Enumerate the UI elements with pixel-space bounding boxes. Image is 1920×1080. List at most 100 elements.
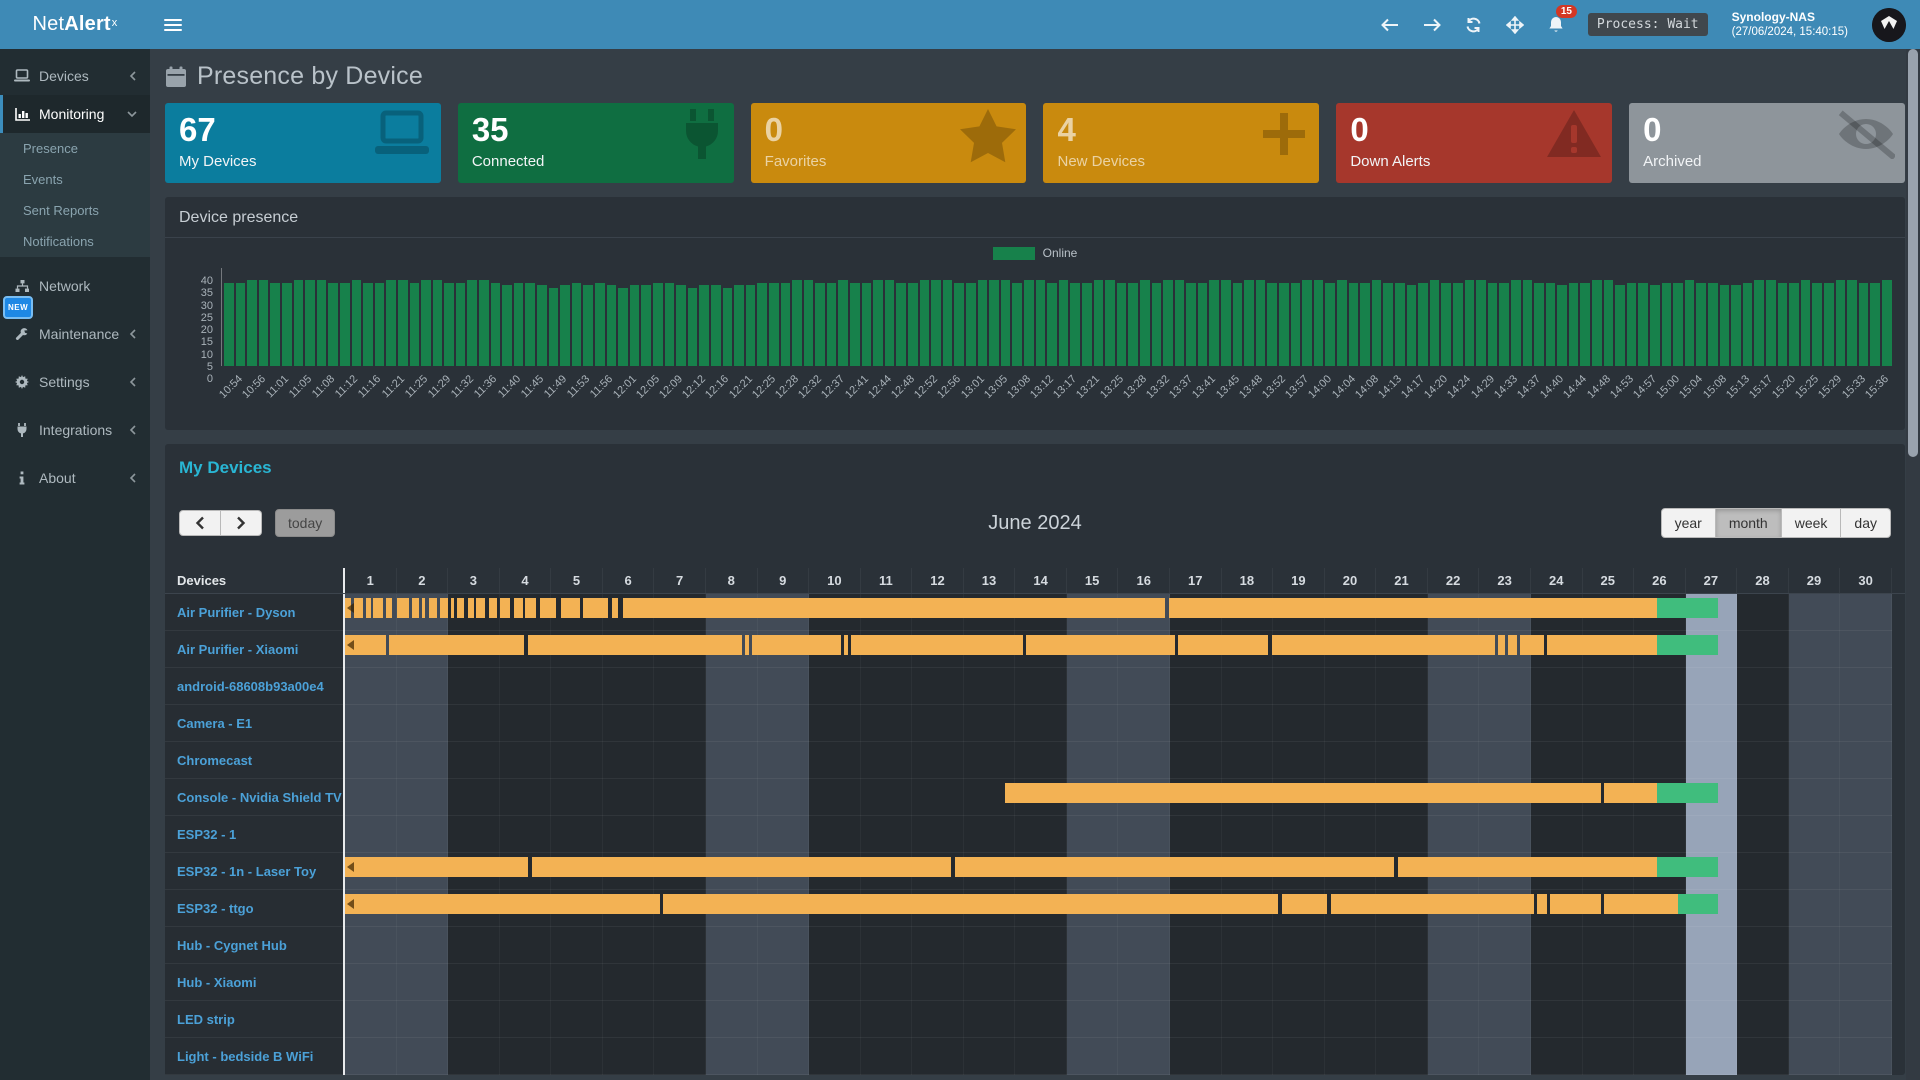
move-icon[interactable] xyxy=(1506,16,1524,34)
presence-event-bar[interactable] xyxy=(1604,783,1657,803)
presence-event-bar[interactable] xyxy=(412,598,419,618)
current-presence-bar[interactable] xyxy=(1678,894,1718,914)
user-avatar[interactable] xyxy=(1872,8,1906,42)
sidebar-item-events[interactable]: Events xyxy=(0,164,150,195)
sidebar-item-sent-reports[interactable]: Sent Reports xyxy=(0,195,150,226)
refresh-icon[interactable] xyxy=(1465,17,1482,33)
device-name-link[interactable]: Camera - E1 xyxy=(165,705,343,742)
back-arrow-icon[interactable] xyxy=(1381,18,1399,32)
sidebar-item-about[interactable]: About xyxy=(0,459,150,497)
presence-event-bar[interactable] xyxy=(1550,894,1601,914)
scrollbar-thumb[interactable] xyxy=(1908,49,1918,457)
presence-event-bar[interactable] xyxy=(500,598,510,618)
device-name-link[interactable]: Air Purifier - Dyson xyxy=(165,594,343,631)
summary-card-connected[interactable]: 35Connected xyxy=(458,103,734,183)
presence-event-bar[interactable] xyxy=(844,635,848,655)
presence-event-bar[interactable] xyxy=(1537,894,1546,914)
today-button[interactable]: today xyxy=(275,509,335,537)
sidebar-item-presence[interactable]: Presence xyxy=(0,133,150,164)
view-day-button[interactable]: day xyxy=(1841,508,1891,538)
view-month-button[interactable]: month xyxy=(1716,508,1782,538)
sidebar-item-integrations[interactable]: Integrations xyxy=(0,411,150,449)
forward-arrow-icon[interactable] xyxy=(1423,18,1441,32)
presence-event-bar[interactable] xyxy=(532,857,951,877)
presence-event-bar[interactable] xyxy=(373,598,383,618)
device-name-link[interactable]: Console - Nvidia Shield TV xyxy=(165,779,343,816)
chart-legend[interactable]: Online xyxy=(179,246,1891,260)
presence-event-bar[interactable] xyxy=(851,635,1023,655)
current-presence-bar[interactable] xyxy=(1657,598,1718,618)
presence-event-bar[interactable] xyxy=(525,598,535,618)
summary-card-new-devices[interactable]: 4New Devices xyxy=(1043,103,1319,183)
notifications-bell[interactable]: 15 xyxy=(1548,16,1564,33)
presence-event-bar[interactable] xyxy=(663,894,1278,914)
presence-event-bar[interactable] xyxy=(540,598,557,618)
presence-event-bar[interactable] xyxy=(457,598,463,618)
current-presence-bar[interactable] xyxy=(1657,857,1718,877)
prev-month-button[interactable] xyxy=(179,510,221,536)
device-name-link[interactable]: Light - bedside B WiFi xyxy=(165,1038,343,1075)
presence-event-bar[interactable] xyxy=(389,635,524,655)
presence-event-bar[interactable] xyxy=(561,598,580,618)
presence-event-bar[interactable] xyxy=(1282,894,1327,914)
presence-event-bar[interactable] xyxy=(468,598,474,618)
presence-event-bar[interactable] xyxy=(366,598,371,618)
presence-event-bar[interactable] xyxy=(1169,598,1657,618)
presence-event-bar[interactable] xyxy=(1178,635,1268,655)
device-name-link[interactable]: Hub - Xiaomi xyxy=(165,964,343,1001)
presence-event-bar[interactable] xyxy=(345,857,528,877)
presence-event-bar[interactable] xyxy=(612,598,618,618)
presence-event-bar[interactable] xyxy=(429,598,437,618)
presence-event-bar[interactable] xyxy=(528,635,743,655)
page-scrollbar[interactable] xyxy=(1906,49,1920,1080)
view-week-button[interactable]: week xyxy=(1782,508,1842,538)
presence-event-bar[interactable] xyxy=(345,894,660,914)
sidebar-item-devices[interactable]: Devices xyxy=(0,57,150,95)
presence-event-bar[interactable] xyxy=(955,857,1395,877)
presence-event-bar[interactable] xyxy=(476,598,485,618)
current-presence-bar[interactable] xyxy=(1657,635,1718,655)
presence-event-bar[interactable] xyxy=(354,598,362,618)
presence-event-bar[interactable] xyxy=(1272,635,1495,655)
presence-event-bar[interactable] xyxy=(745,635,749,655)
summary-card-favorites[interactable]: 0Favorites xyxy=(751,103,1027,183)
presence-event-bar[interactable] xyxy=(397,598,409,618)
device-name-link[interactable]: LED strip xyxy=(165,1001,343,1038)
presence-event-bar[interactable] xyxy=(1604,894,1678,914)
presence-event-bar[interactable] xyxy=(752,635,841,655)
summary-card-archived[interactable]: 0Archived xyxy=(1629,103,1905,183)
presence-event-bar[interactable] xyxy=(451,598,455,618)
presence-event-bar[interactable] xyxy=(489,598,497,618)
presence-event-bar[interactable] xyxy=(1547,635,1657,655)
presence-event-bar[interactable] xyxy=(623,598,1164,618)
device-name-link[interactable]: android-68608b93a00e4 xyxy=(165,668,343,705)
presence-event-bar[interactable] xyxy=(1508,635,1516,655)
device-name-link[interactable]: Chromecast xyxy=(165,742,343,779)
device-name-link[interactable]: Hub - Cygnet Hub xyxy=(165,927,343,964)
next-month-button[interactable] xyxy=(221,510,262,536)
summary-card-down-alerts[interactable]: 0Down Alerts xyxy=(1336,103,1612,183)
presence-event-bar[interactable] xyxy=(1398,857,1657,877)
presence-event-bar[interactable] xyxy=(1026,635,1175,655)
presence-event-bar[interactable] xyxy=(1498,635,1505,655)
summary-card-my-devices[interactable]: 67My Devices xyxy=(165,103,441,183)
presence-event-bar[interactable] xyxy=(583,598,608,618)
hamburger-menu-icon[interactable] xyxy=(164,19,182,31)
device-name-link[interactable]: ESP32 - 1n - Laser Toy xyxy=(165,853,343,890)
presence-event-bar[interactable] xyxy=(386,598,392,618)
sidebar-item-settings[interactable]: Settings xyxy=(0,363,150,401)
view-year-button[interactable]: year xyxy=(1661,508,1716,538)
sidebar-item-monitoring[interactable]: Monitoring xyxy=(0,95,150,133)
presence-event-bar[interactable] xyxy=(1005,783,1601,803)
device-name-link[interactable]: ESP32 - ttgo xyxy=(165,890,343,927)
presence-event-bar[interactable] xyxy=(422,598,425,618)
presence-event-bar[interactable] xyxy=(1520,635,1544,655)
presence-event-bar[interactable] xyxy=(514,598,523,618)
current-presence-bar[interactable] xyxy=(1657,783,1718,803)
device-name-link[interactable]: Air Purifier - Xiaomi xyxy=(165,631,343,668)
presence-event-bar[interactable] xyxy=(440,598,448,618)
device-name-link[interactable]: ESP32 - 1 xyxy=(165,816,343,853)
sidebar-item-notifications[interactable]: Notifications xyxy=(0,226,150,257)
sidebar-item-maintenance[interactable]: Maintenance xyxy=(0,315,150,353)
app-logo[interactable]: NetAlertx xyxy=(0,0,150,49)
